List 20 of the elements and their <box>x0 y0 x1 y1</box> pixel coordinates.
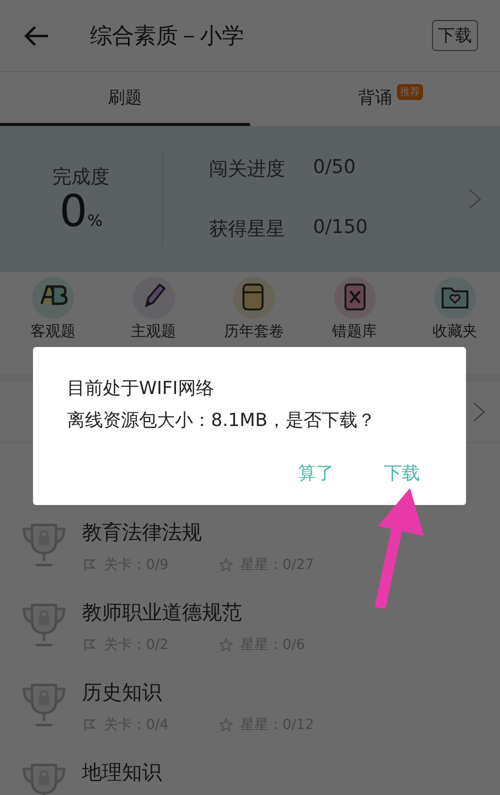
dialog-message: 离线资源包大小：8.1MB，是否下载？ <box>67 409 377 433</box>
dialog-button[interactable]: 下载 <box>384 461 420 485</box>
stat-value: 0/150 <box>313 216 368 240</box>
page-title: 综合素质－小学 <box>90 22 245 50</box>
completion-label: 完成度 <box>52 165 110 190</box>
stat-value: 0/50 <box>313 156 356 180</box>
download-button[interactable]: 下载 <box>432 20 478 51</box>
stat-label: 闯关进度 <box>209 157 285 182</box>
progress-panel[interactable]: 完成度 0% 闯关进度 0/50 获得星星 0/150 <box>0 126 500 272</box>
level-title: 教师职业道德规范 <box>82 599 243 626</box>
percent-unit: % <box>87 211 103 230</box>
level-row[interactable]: 地理知识 <box>0 749 500 795</box>
level-title: 教育法律法规 <box>82 519 203 546</box>
completion-value: 0 <box>59 190 88 234</box>
recommend-badge: 推荐 <box>397 84 423 100</box>
dialog-message: 目前处于WIFI网络 <box>67 377 215 401</box>
stat-label: 获得星星 <box>209 217 285 242</box>
level-title: 历史知识 <box>82 679 163 706</box>
level-title: 地理知识 <box>82 759 162 786</box>
dialog-button[interactable]: 算了 <box>298 461 334 485</box>
